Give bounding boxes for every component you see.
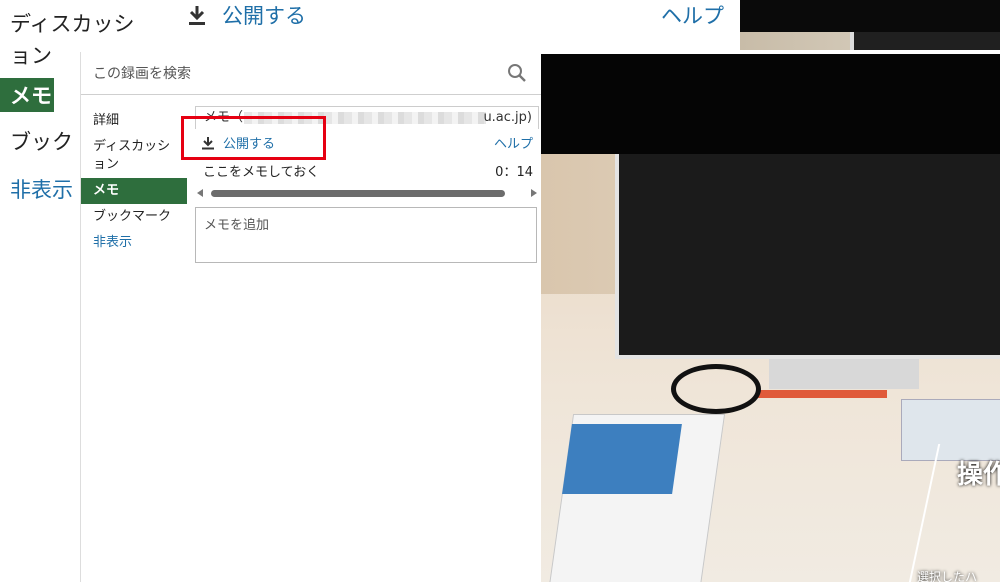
background-nav-hidden: 非表示: [10, 178, 73, 202]
highlight-box: [181, 116, 326, 160]
sidebar-item-bookmark[interactable]: ブックマーク: [81, 204, 187, 230]
scroll-right-icon[interactable]: [531, 189, 537, 197]
sidebar-item-details[interactable]: 詳細: [81, 108, 187, 134]
search-bar: [81, 52, 541, 95]
horizontal-scrollbar[interactable]: [195, 185, 539, 203]
help-link[interactable]: ヘルプ: [494, 133, 533, 152]
scroll-thumb[interactable]: [211, 190, 505, 197]
background-nav-memo: メモ: [0, 78, 54, 112]
background-publish-label: 公開する: [222, 4, 306, 28]
monitor-image: [615, 154, 1000, 359]
scroll-left-icon[interactable]: [197, 189, 203, 197]
background-video: [740, 0, 1000, 50]
background-toolbar: 公開する ヘルプ: [180, 0, 740, 30]
video-player[interactable]: 操作 選択したハ: [541, 54, 1000, 582]
memo-entry-text: ここをメモしておく: [203, 165, 320, 180]
background-sidebar: ディスカッシ ョン メモ ブック 非表示: [0, 0, 135, 220]
sidebar: 詳細 ディスカッション メモ ブックマーク 非表示: [81, 108, 187, 256]
memo-entry[interactable]: ここをメモしておく 0：14: [195, 159, 539, 183]
background-nav-discussion: ディスカッシ: [10, 12, 135, 36]
video-caption: 操作: [957, 460, 1000, 490]
download-icon: [189, 6, 205, 25]
sidebar-item-discussion[interactable]: ディスカッション: [81, 134, 177, 178]
search-icon[interactable]: [507, 63, 527, 83]
background-nav-discussion-cont: ョン: [10, 44, 52, 68]
video-frame: [541, 154, 1000, 582]
video-subcaption: 選択したハ: [917, 570, 978, 582]
add-memo-field[interactable]: [195, 207, 537, 263]
background-nav-bookmark: ブック: [10, 130, 73, 154]
background-publish: 公開する: [186, 0, 306, 30]
background-help: ヘルプ: [661, 4, 724, 28]
sidebar-item-hidden[interactable]: 非表示: [81, 230, 187, 256]
memo-owner-domain: u.ac.jp): [483, 110, 532, 125]
sidebar-item-memo[interactable]: メモ: [81, 178, 187, 204]
search-input[interactable]: [91, 62, 495, 86]
memo-entry-time[interactable]: 0：14: [495, 161, 533, 180]
